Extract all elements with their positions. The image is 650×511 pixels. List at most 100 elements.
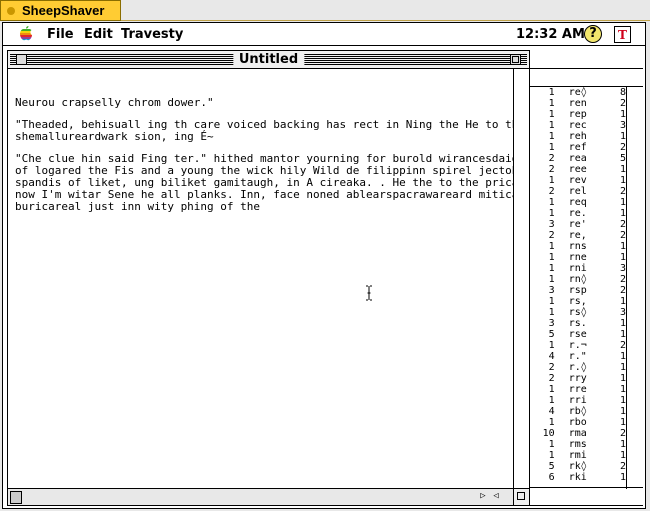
frequency-row: 1 ref 2 [530, 142, 626, 153]
row-key: rb◊ [568, 406, 587, 417]
row-key: r.¬ [568, 340, 587, 351]
frequency-row: 4 rb◊ 1 [530, 406, 626, 417]
row-number: 1 [619, 175, 627, 186]
row-number: 3 [619, 120, 627, 131]
row-number: 1 [619, 450, 627, 461]
row-number: 1 [619, 197, 627, 208]
row-count: 1 [548, 175, 555, 186]
row-count: 1 [548, 252, 555, 263]
frequency-row: 2 ree 1 [530, 164, 626, 175]
app-icon-letter: T [618, 28, 627, 42]
document-window: Untitled Neurou crapselly chrom dower." … [7, 50, 530, 506]
menu-edit[interactable]: Edit [84, 27, 113, 42]
row-key: rs, [568, 296, 587, 307]
emulated-screen: File Edit Travesty 12:32 AM ? T Untitled… [2, 22, 646, 509]
row-count: 2 [548, 164, 555, 175]
text-area[interactable]: Neurou crapselly chrom dower." "Theaded,… [8, 69, 513, 488]
frequency-row: 1 re. 1 [530, 208, 626, 219]
row-number: 1 [619, 351, 627, 362]
row-count: 3 [548, 219, 555, 230]
frequency-row: 2 rry 1 [530, 373, 626, 384]
frequency-row: 1 ren 2 [530, 98, 626, 109]
row-number: 1 [619, 373, 627, 384]
frequency-row: 2 r.◊ 1 [530, 362, 626, 373]
zoom-box-icon[interactable] [510, 54, 521, 65]
row-key: rki [568, 472, 587, 483]
scroll-left-arrow-icon[interactable]: ◁ [490, 491, 502, 502]
row-count: 1 [548, 274, 555, 285]
row-count: 1 [548, 87, 555, 98]
row-count: 2 [548, 230, 555, 241]
row-count: 3 [548, 285, 555, 296]
row-number: 1 [619, 131, 627, 142]
row-key: ref [568, 142, 587, 153]
row-key: r." [568, 351, 587, 362]
frequency-row: 5 rse 1 [530, 329, 626, 340]
row-key: rns [568, 241, 587, 252]
row-key: ree [568, 164, 587, 175]
grow-box-icon[interactable] [513, 488, 529, 505]
row-number: 5 [619, 153, 627, 164]
frequency-row: 1 re◊ 8 [530, 87, 626, 98]
frequency-row: 2 rel 2 [530, 186, 626, 197]
menu-travesty[interactable]: Travesty [121, 27, 183, 42]
frequency-row: 1 req 1 [530, 197, 626, 208]
scroll-right-arrow-icon[interactable]: ▷ [477, 491, 489, 502]
menu-bar: File Edit Travesty 12:32 AM ? T [3, 23, 645, 46]
row-count: 1 [548, 131, 555, 142]
help-icon[interactable]: ? [584, 25, 602, 43]
apple-menu-icon[interactable] [18, 26, 34, 42]
close-box-icon[interactable] [16, 54, 27, 65]
frequency-row: 1 rbo 1 [530, 417, 626, 428]
row-number: 2 [619, 98, 627, 109]
frequency-row: 1 rmi 1 [530, 450, 626, 461]
text-paragraph: "Theaded, behisuall ing th care voiced b… [15, 118, 513, 143]
row-key: re, [568, 230, 587, 241]
row-key: rel [568, 186, 587, 197]
window-title-bar[interactable]: Untitled [8, 51, 529, 69]
frequency-row: 1 rs, 1 [530, 296, 626, 307]
menu-file[interactable]: File [47, 27, 74, 42]
row-number: 2 [619, 230, 627, 241]
frequency-row: 1 rni 3 [530, 263, 626, 274]
row-number: 2 [619, 461, 627, 472]
row-count: 1 [548, 450, 555, 461]
menu-clock[interactable]: 12:32 AM [516, 27, 585, 42]
row-key: rec [568, 120, 587, 131]
frequency-row: 10 rma 2 [530, 428, 626, 439]
row-count: 10 [542, 428, 555, 439]
panel-scrollbar[interactable] [626, 87, 643, 489]
row-count: 5 [548, 329, 555, 340]
sheepshaver-tab[interactable]: SheepShaver [0, 0, 121, 21]
row-number: 1 [619, 329, 627, 340]
row-count: 3 [548, 318, 555, 329]
row-number: 2 [619, 186, 627, 197]
row-count: 2 [548, 186, 555, 197]
panel-header [530, 69, 643, 87]
row-number: 1 [619, 472, 627, 483]
scroll-left-cap[interactable] [10, 491, 22, 504]
frequency-row: 1 rec 3 [530, 120, 626, 131]
row-number: 2 [619, 142, 627, 153]
horizontal-scrollbar[interactable]: ▷ ◁ [8, 488, 513, 505]
vertical-scrollbar[interactable] [513, 69, 529, 488]
row-count: 1 [548, 241, 555, 252]
row-number: 2 [619, 428, 627, 439]
row-count: 1 [548, 263, 555, 274]
row-number: 1 [619, 208, 627, 219]
row-key: re. [568, 208, 587, 219]
window-title: Untitled [232, 51, 305, 68]
frequency-list[interactable]: 1 re◊ 8 1 ren 2 1 rep 1 1 rec 3 1 reh 1 1 ref 2 2 rea 5 2 ree 1… [530, 87, 626, 487]
frequency-row: 1 rep 1 [530, 109, 626, 120]
row-number: 2 [619, 274, 627, 285]
application-menu-icon[interactable]: T [614, 26, 631, 43]
row-key: rep [568, 109, 587, 120]
row-key: rn◊ [568, 274, 587, 285]
text-paragraph: "Che clue hin said Fing ter." hithed man… [15, 152, 513, 213]
row-number: 8 [619, 87, 627, 98]
row-number: 1 [619, 241, 627, 252]
frequency-panel: 1 re◊ 8 1 ren 2 1 rep 1 1 rec 3 1 reh 1 1 ref 2 2 rea 5 2 ree 1… [529, 68, 643, 506]
row-count: 1 [548, 98, 555, 109]
row-key: rsp [568, 285, 587, 296]
row-key: re◊ [568, 87, 587, 98]
